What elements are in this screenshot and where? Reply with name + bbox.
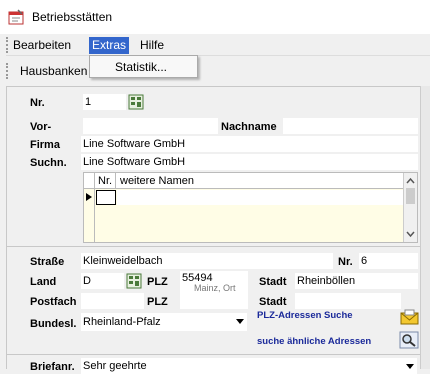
toolbar: Hausbanken	[6, 57, 430, 85]
land-lookup-icon[interactable]	[126, 273, 142, 289]
bundesland-select[interactable]: Rheinland-Pfalz	[81, 313, 233, 331]
nr-field[interactable]: 1	[83, 94, 126, 110]
plz-label: PLZ	[147, 276, 168, 288]
nr-label: Nr.	[30, 97, 45, 109]
scroll-thumb[interactable]	[406, 188, 415, 204]
briefanrede-select[interactable]: Sehr geehrte	[81, 358, 403, 374]
menu-hilfe[interactable]: Hilfe	[137, 37, 167, 54]
stadt-label: Stadt	[259, 276, 287, 288]
nachname-label: Nachname	[221, 121, 277, 133]
menu-extras-label: Extras	[92, 38, 127, 52]
window-title: Betriebsstätten	[32, 10, 113, 24]
plz2-label: PLZ	[147, 296, 168, 308]
firma-label: Firma	[30, 139, 60, 151]
mail-icon[interactable]	[400, 309, 419, 326]
scroll-up-icon[interactable]	[406, 177, 415, 184]
vor-label: Vor-	[30, 121, 52, 133]
row-pointer-icon	[86, 193, 92, 201]
menu-item-statistik[interactable]: Statistik...	[115, 60, 167, 74]
grid-header: Nr. weitere Namen	[84, 173, 404, 242]
chevron-down-icon	[406, 364, 414, 369]
hausnr-label: Nr.	[338, 256, 353, 268]
hausbanken-button[interactable]: Hausbanken	[20, 64, 87, 78]
bundesland-label: Bundesl.	[30, 318, 77, 330]
scroll-down-icon[interactable]	[406, 231, 415, 238]
hausnr-field[interactable]: 6	[359, 253, 418, 269]
weitere-namen-grid[interactable]: Nr. weitere Namen	[83, 172, 418, 243]
aehnliche-adressen-link[interactable]: suche ähnliche Adressen	[257, 336, 371, 347]
grid-rowhead-divider	[94, 173, 95, 242]
land-label: Land	[30, 276, 57, 288]
briefanrede-label: Briefanr.	[30, 361, 75, 373]
menu-bearbeiten[interactable]: Bearbeiten	[10, 37, 74, 54]
grid-cell-nr[interactable]	[96, 190, 116, 205]
plz2-field[interactable]	[180, 293, 248, 309]
form-scrollbar[interactable]	[420, 86, 430, 369]
grid-cell-name[interactable]	[117, 190, 404, 205]
plz-adressen-suche-link[interactable]: PLZ-Adressen Suche	[257, 310, 353, 321]
divider	[6, 354, 420, 355]
stadt2-field[interactable]	[295, 293, 401, 309]
menu-extras[interactable]: Extras	[89, 37, 130, 54]
grid-scrollbar[interactable]	[403, 173, 417, 242]
grid-col-nr: Nr.	[98, 175, 113, 187]
calculator-icon[interactable]	[128, 94, 144, 110]
divider	[6, 86, 420, 87]
strasse-label: Straße	[30, 256, 65, 268]
grid-col-divider	[115, 173, 116, 189]
strasse-field[interactable]: Kleinweidelbach	[81, 253, 333, 269]
menu-hilfe-label: Hilfe	[140, 38, 165, 52]
land-field[interactable]: D	[81, 273, 124, 289]
toolbar-grip[interactable]	[6, 63, 9, 79]
plz-field[interactable]: 55494 Mainz, Ort	[180, 271, 248, 295]
suchn-label: Suchn.	[30, 157, 67, 169]
briefanrede-dropdown-button[interactable]	[403, 358, 417, 374]
stadt-field[interactable]: Rheinböllen	[295, 273, 418, 289]
menu-bar: Bearbeiten Extras Hilfe	[6, 34, 430, 56]
divider	[6, 246, 420, 247]
stadt2-label: Stadt	[259, 296, 287, 308]
postfach-label: Postfach	[30, 296, 77, 308]
suchname-field[interactable]: Line Software GmbH	[81, 154, 418, 170]
chevron-down-icon	[236, 319, 244, 324]
nachname-field[interactable]	[283, 118, 418, 134]
vorname-field[interactable]	[83, 118, 218, 134]
bundesland-dropdown-button[interactable]	[233, 313, 247, 331]
menubar-grip[interactable]	[6, 37, 9, 53]
menu-bearbeiten-label: Bearbeiten	[13, 38, 72, 52]
grid-col-weitere-namen: weitere Namen	[120, 175, 194, 187]
title-bar: Betriebsstätten	[0, 0, 430, 34]
app-icon	[8, 9, 24, 25]
postfach-field[interactable]	[81, 293, 144, 309]
extras-dropdown-menu: Statistik...	[89, 55, 198, 78]
firma-field[interactable]: Line Software GmbH	[81, 136, 418, 152]
magnifier-icon[interactable]	[399, 331, 419, 349]
